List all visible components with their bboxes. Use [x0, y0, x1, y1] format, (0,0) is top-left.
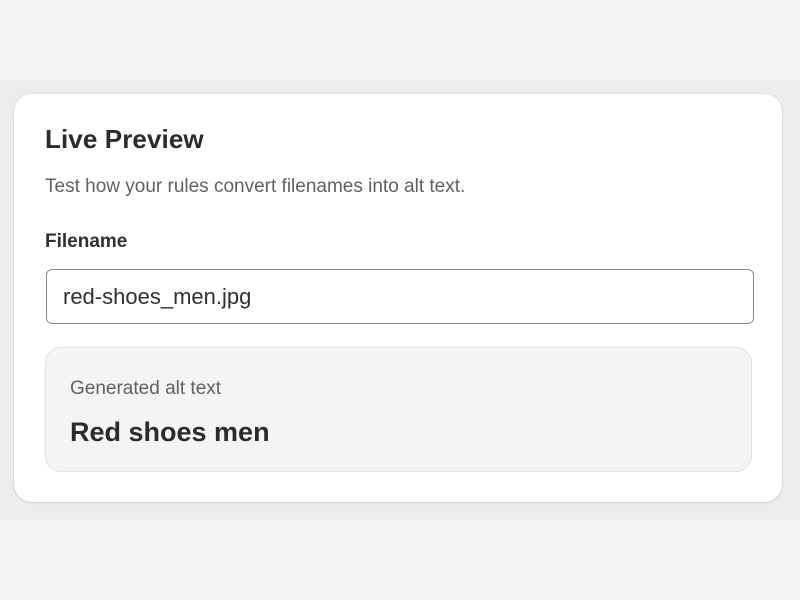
- filename-input[interactable]: [46, 269, 754, 324]
- generated-alt-text-box: Generated alt text Red shoes men: [45, 347, 752, 472]
- card-description: Test how your rules convert filenames in…: [45, 176, 466, 197]
- live-preview-card: Live Preview Test how your rules convert…: [14, 94, 782, 502]
- filename-label: Filename: [45, 231, 128, 252]
- generated-alt-text-value: Red shoes men: [70, 417, 270, 447]
- card-title: Live Preview: [45, 124, 204, 154]
- generated-alt-text-label: Generated alt text: [70, 378, 222, 399]
